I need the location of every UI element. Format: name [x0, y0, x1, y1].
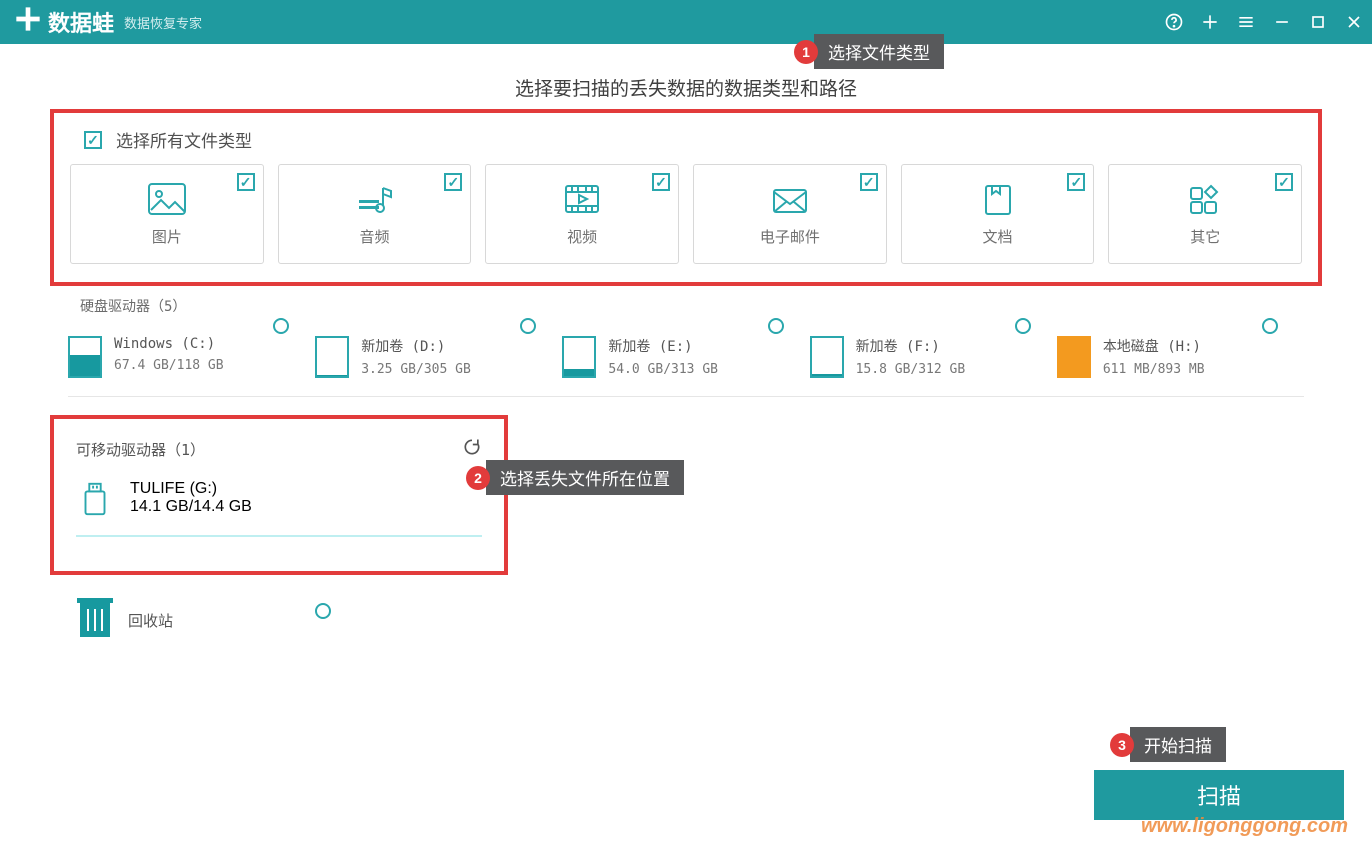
drive-size: 611 MB/893 MB: [1103, 362, 1205, 377]
drive-c[interactable]: Windows (C:) 67.4 GB/118 GB: [68, 318, 315, 378]
other-icon: [1185, 182, 1225, 216]
minimize-button[interactable]: [1264, 0, 1300, 44]
scan-button[interactable]: 扫描: [1094, 770, 1344, 820]
type-checkbox[interactable]: [1067, 173, 1085, 191]
callout-1: 1 选择文件类型: [794, 34, 944, 69]
type-checkbox[interactable]: [1275, 173, 1293, 191]
drive-name: 新加卷 (F:): [856, 336, 966, 356]
removable-drive[interactable]: TULIFE (G:) 14.1 GB/14.4 GB: [76, 480, 482, 537]
maximize-button[interactable]: [1300, 0, 1336, 44]
callout-3-num: 3: [1110, 733, 1134, 757]
drive-radio[interactable]: [768, 318, 784, 334]
drive-size: 67.4 GB/118 GB: [114, 358, 224, 373]
recycle-label: 回收站: [128, 610, 173, 631]
drive-name: 本地磁盘 (H:): [1103, 336, 1205, 356]
callout-3: 3 开始扫描: [1110, 727, 1226, 762]
drive-d[interactable]: 新加卷 (D:) 3.25 GB/305 GB: [315, 318, 562, 378]
refresh-button[interactable]: [462, 437, 482, 462]
select-all-label: 选择所有文件类型: [116, 127, 252, 152]
page-title: 选择要扫描的丢失数据的数据类型和路径: [50, 74, 1322, 101]
callout-2: 2 选择丢失文件所在位置: [466, 460, 684, 495]
recycle-row: 回收站: [80, 603, 1322, 637]
hdd-drives-row: Windows (C:) 67.4 GB/118 GB 新加卷 (D:) 3.25 …: [68, 318, 1304, 397]
type-label: 音频: [360, 226, 390, 247]
type-checkbox[interactable]: [237, 173, 255, 191]
image-icon: [147, 182, 187, 216]
drive-icon: [315, 336, 349, 378]
drive-icon: [1057, 336, 1091, 378]
type-checkbox[interactable]: [444, 173, 462, 191]
drive-radio[interactable]: [1015, 318, 1031, 334]
drive-icon: [810, 336, 844, 378]
callout-2-label: 选择丢失文件所在位置: [486, 460, 684, 495]
drive-e[interactable]: 新加卷 (E:) 54.0 GB/313 GB: [562, 318, 809, 378]
removable-section: 可移动驱动器（1） TULIFE (G:) 14.1 GB/14.4 GB: [50, 415, 508, 575]
video-icon: [562, 182, 602, 216]
drive-icon: [562, 336, 596, 378]
trash-icon: [80, 603, 110, 637]
recycle-bin[interactable]: 回收站: [80, 603, 1322, 637]
app-tagline: 数据恢复专家: [124, 13, 202, 32]
type-label: 电子邮件: [760, 226, 820, 247]
titlebar: 数据蛙 数据恢复专家: [0, 0, 1372, 44]
type-card-image[interactable]: 图片: [70, 164, 264, 264]
document-icon: [978, 182, 1018, 216]
type-card-email[interactable]: 电子邮件: [693, 164, 887, 264]
menu-button[interactable]: [1228, 0, 1264, 44]
drive-radio[interactable]: [273, 318, 289, 334]
drive-icon: [68, 336, 102, 378]
drive-radio[interactable]: [315, 603, 331, 619]
removable-header: 可移动驱动器（1）: [76, 439, 205, 460]
type-label: 其它: [1190, 226, 1220, 247]
app-logo: 数据蛙 数据恢复专家: [0, 5, 216, 39]
drive-h[interactable]: 本地磁盘 (H:) 611 MB/893 MB: [1057, 318, 1304, 378]
add-button[interactable]: [1192, 0, 1228, 44]
usb-icon: [76, 480, 114, 523]
select-all-checkbox[interactable]: [84, 131, 102, 149]
type-card-document[interactable]: 文档: [901, 164, 1095, 264]
drive-f[interactable]: 新加卷 (F:) 15.8 GB/312 GB: [810, 318, 1057, 378]
type-card-video[interactable]: 视频: [485, 164, 679, 264]
drive-size: 14.1 GB/14.4 GB: [130, 498, 252, 516]
help-button[interactable]: [1156, 0, 1192, 44]
callout-1-label: 选择文件类型: [814, 34, 944, 69]
close-button[interactable]: [1336, 0, 1372, 44]
hdd-section-label: 硬盘驱动器（5）: [80, 296, 1322, 316]
drive-size: 3.25 GB/305 GB: [361, 362, 471, 377]
type-card-other[interactable]: 其它: [1108, 164, 1302, 264]
email-icon: [770, 182, 810, 216]
type-card-audio[interactable]: 音频: [278, 164, 472, 264]
drive-size: 15.8 GB/312 GB: [856, 362, 966, 377]
select-all-row[interactable]: 选择所有文件类型: [84, 127, 1302, 152]
drive-name: Windows (C:): [114, 336, 224, 352]
type-label: 文档: [983, 226, 1013, 247]
callout-1-num: 1: [794, 40, 818, 64]
drive-radio[interactable]: [520, 318, 536, 334]
type-label: 图片: [152, 226, 182, 247]
app-name: 数据蛙: [48, 6, 114, 38]
type-checkbox[interactable]: [652, 173, 670, 191]
drive-name: 新加卷 (E:): [608, 336, 718, 356]
drive-radio[interactable]: [1262, 318, 1278, 334]
audio-icon: [355, 182, 395, 216]
callout-2-num: 2: [466, 466, 490, 490]
file-types-section: 选择所有文件类型 图片 音频 视频 电子邮件: [50, 109, 1322, 286]
callout-3-label: 开始扫描: [1130, 727, 1226, 762]
drive-name: 新加卷 (D:): [361, 336, 471, 356]
type-label: 视频: [567, 226, 597, 247]
drive-name: TULIFE (G:): [130, 480, 252, 498]
drive-size: 54.0 GB/313 GB: [608, 362, 718, 377]
type-checkbox[interactable]: [860, 173, 878, 191]
logo-icon: [14, 5, 42, 39]
